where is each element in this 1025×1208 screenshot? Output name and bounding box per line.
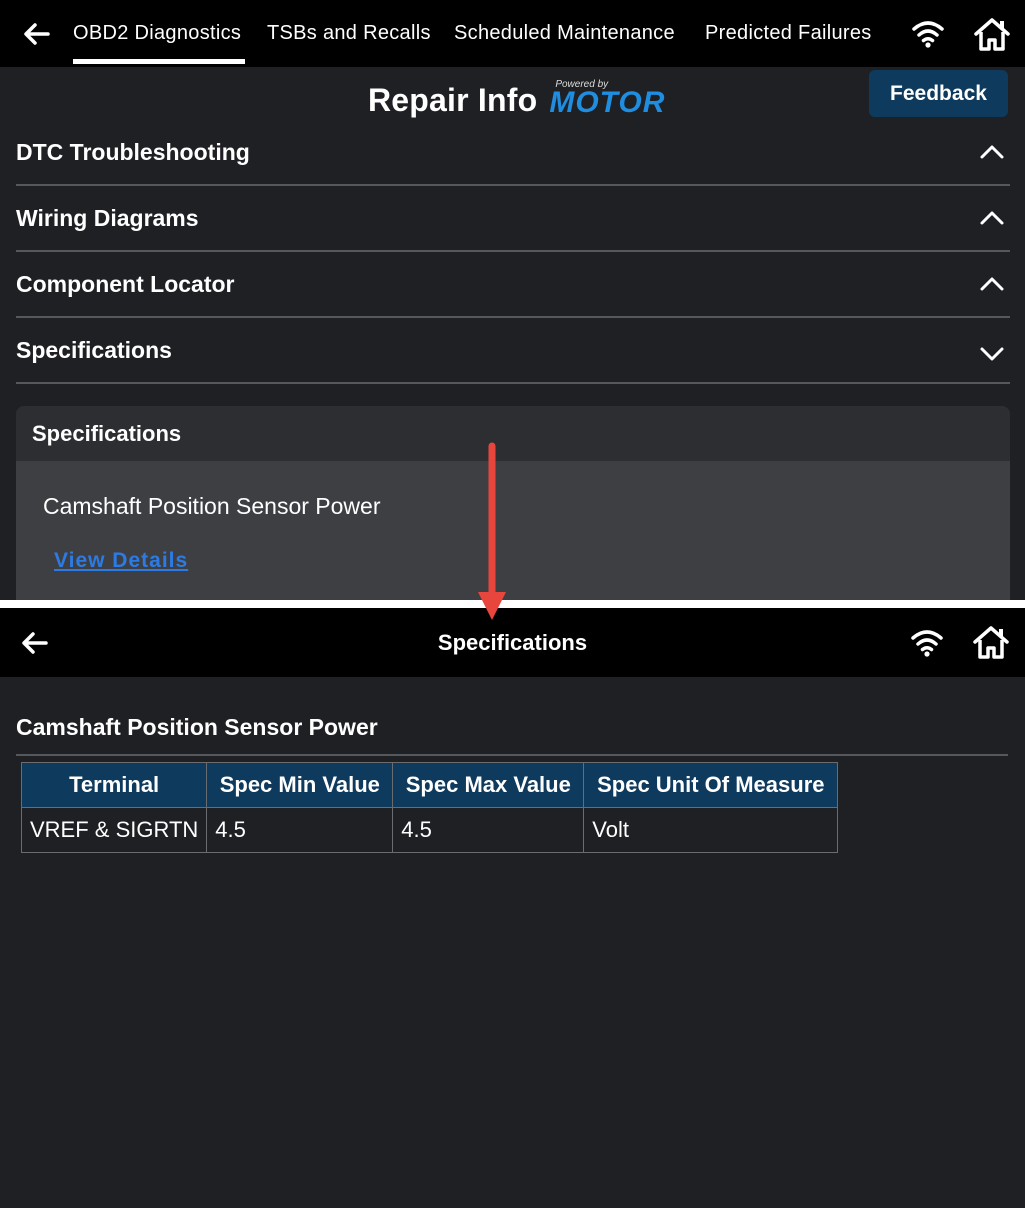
specifications-table: Terminal Spec Min Value Spec Max Value S… <box>20 762 839 853</box>
wifi-icon <box>911 630 943 657</box>
title-divider <box>16 754 1008 756</box>
active-tab-indicator <box>73 59 245 64</box>
accordion-dtc-troubleshooting[interactable]: DTC Troubleshooting <box>16 120 1010 186</box>
specifications-card-body: Camshaft Position Sensor Power View Deta… <box>16 461 1010 600</box>
cell-spec-min-value: 4.5 <box>206 807 394 853</box>
feedback-button[interactable]: Feedback <box>869 70 1008 117</box>
wifi-icon <box>912 21 944 48</box>
page: OBD2 Diagnostics TSBs and Recalls Schedu… <box>0 0 1025 1208</box>
repair-info-logo: Repair Info Powered by MOTOR <box>368 75 669 119</box>
spec-detail-title: Camshaft Position Sensor Power <box>16 714 378 740</box>
accordion-label: Specifications <box>16 336 172 363</box>
back-button[interactable] <box>16 625 52 661</box>
header-spec-max-value: Spec Max Value <box>392 762 585 808</box>
table-header-row: Terminal Spec Min Value Spec Max Value S… <box>20 762 839 808</box>
tab-obd2-diagnostics[interactable]: OBD2 Diagnostics <box>73 0 241 67</box>
back-button[interactable] <box>18 16 54 52</box>
repair-info-screen: OBD2 Diagnostics TSBs and Recalls Schedu… <box>0 0 1025 600</box>
specifications-detail-screen: Specifications Camshaft Position Sensor … <box>0 608 1025 1208</box>
tab-tsbs-and-recalls[interactable]: TSBs and Recalls <box>267 0 431 67</box>
brand-title: Repair Info <box>368 82 538 118</box>
arrow-left-icon <box>22 632 48 654</box>
arrow-left-icon <box>24 23 50 45</box>
header-spec-unit-of-measure: Spec Unit Of Measure <box>583 762 839 808</box>
wifi-button[interactable] <box>910 16 946 52</box>
accordion-label: Component Locator <box>16 270 235 297</box>
chevron-up-icon <box>976 136 1008 168</box>
header-terminal: Terminal <box>20 762 208 808</box>
tab-scheduled-maintenance[interactable]: Scheduled Maintenance <box>454 0 675 67</box>
accordion-component-locator[interactable]: Component Locator <box>16 252 1010 318</box>
cell-spec-max-value: 4.5 <box>392 807 585 853</box>
chevron-down-icon <box>976 338 1008 370</box>
chevron-up-icon <box>976 202 1008 234</box>
table-row: VREF & SIGRTN 4.5 4.5 Volt <box>20 807 839 853</box>
header-spec-min-value: Spec Min Value <box>206 762 394 808</box>
screen-divider <box>0 600 1025 608</box>
cell-spec-unit: Volt <box>583 807 839 853</box>
motor-logo: Powered by MOTOR <box>549 75 669 119</box>
top-nav-bar: OBD2 Diagnostics TSBs and Recalls Schedu… <box>0 0 1025 67</box>
wifi-button[interactable] <box>909 625 945 661</box>
brand-header: Repair Info Powered by MOTOR Feedback <box>0 67 1025 125</box>
tab-predicted-failures[interactable]: Predicted Failures <box>705 0 872 67</box>
specifications-card-header: Specifications <box>16 406 1010 461</box>
specifications-card: Specifications Camshaft Position Sensor … <box>16 406 1010 600</box>
view-details-link[interactable]: View Details <box>54 549 188 573</box>
chevron-up-icon <box>976 268 1008 300</box>
red-arrow-annotation <box>478 442 506 620</box>
accordion-specifications[interactable]: Specifications <box>16 318 1010 384</box>
detail-screen-title: Specifications <box>437 629 588 655</box>
spec-item-title: Camshaft Position Sensor Power <box>43 493 381 519</box>
home-icon <box>974 18 1010 51</box>
home-icon <box>973 626 1009 659</box>
home-button[interactable] <box>972 14 1012 54</box>
accordion-label: Wiring Diagrams <box>16 204 199 231</box>
accordion-wiring-diagrams[interactable]: Wiring Diagrams <box>16 186 1010 252</box>
detail-nav-bar: Specifications <box>0 608 1025 677</box>
motor-logo-text: MOTOR <box>549 86 666 119</box>
accordion-label: DTC Troubleshooting <box>16 138 250 165</box>
cell-terminal: VREF & SIGRTN <box>20 807 208 853</box>
home-button[interactable] <box>971 622 1011 662</box>
